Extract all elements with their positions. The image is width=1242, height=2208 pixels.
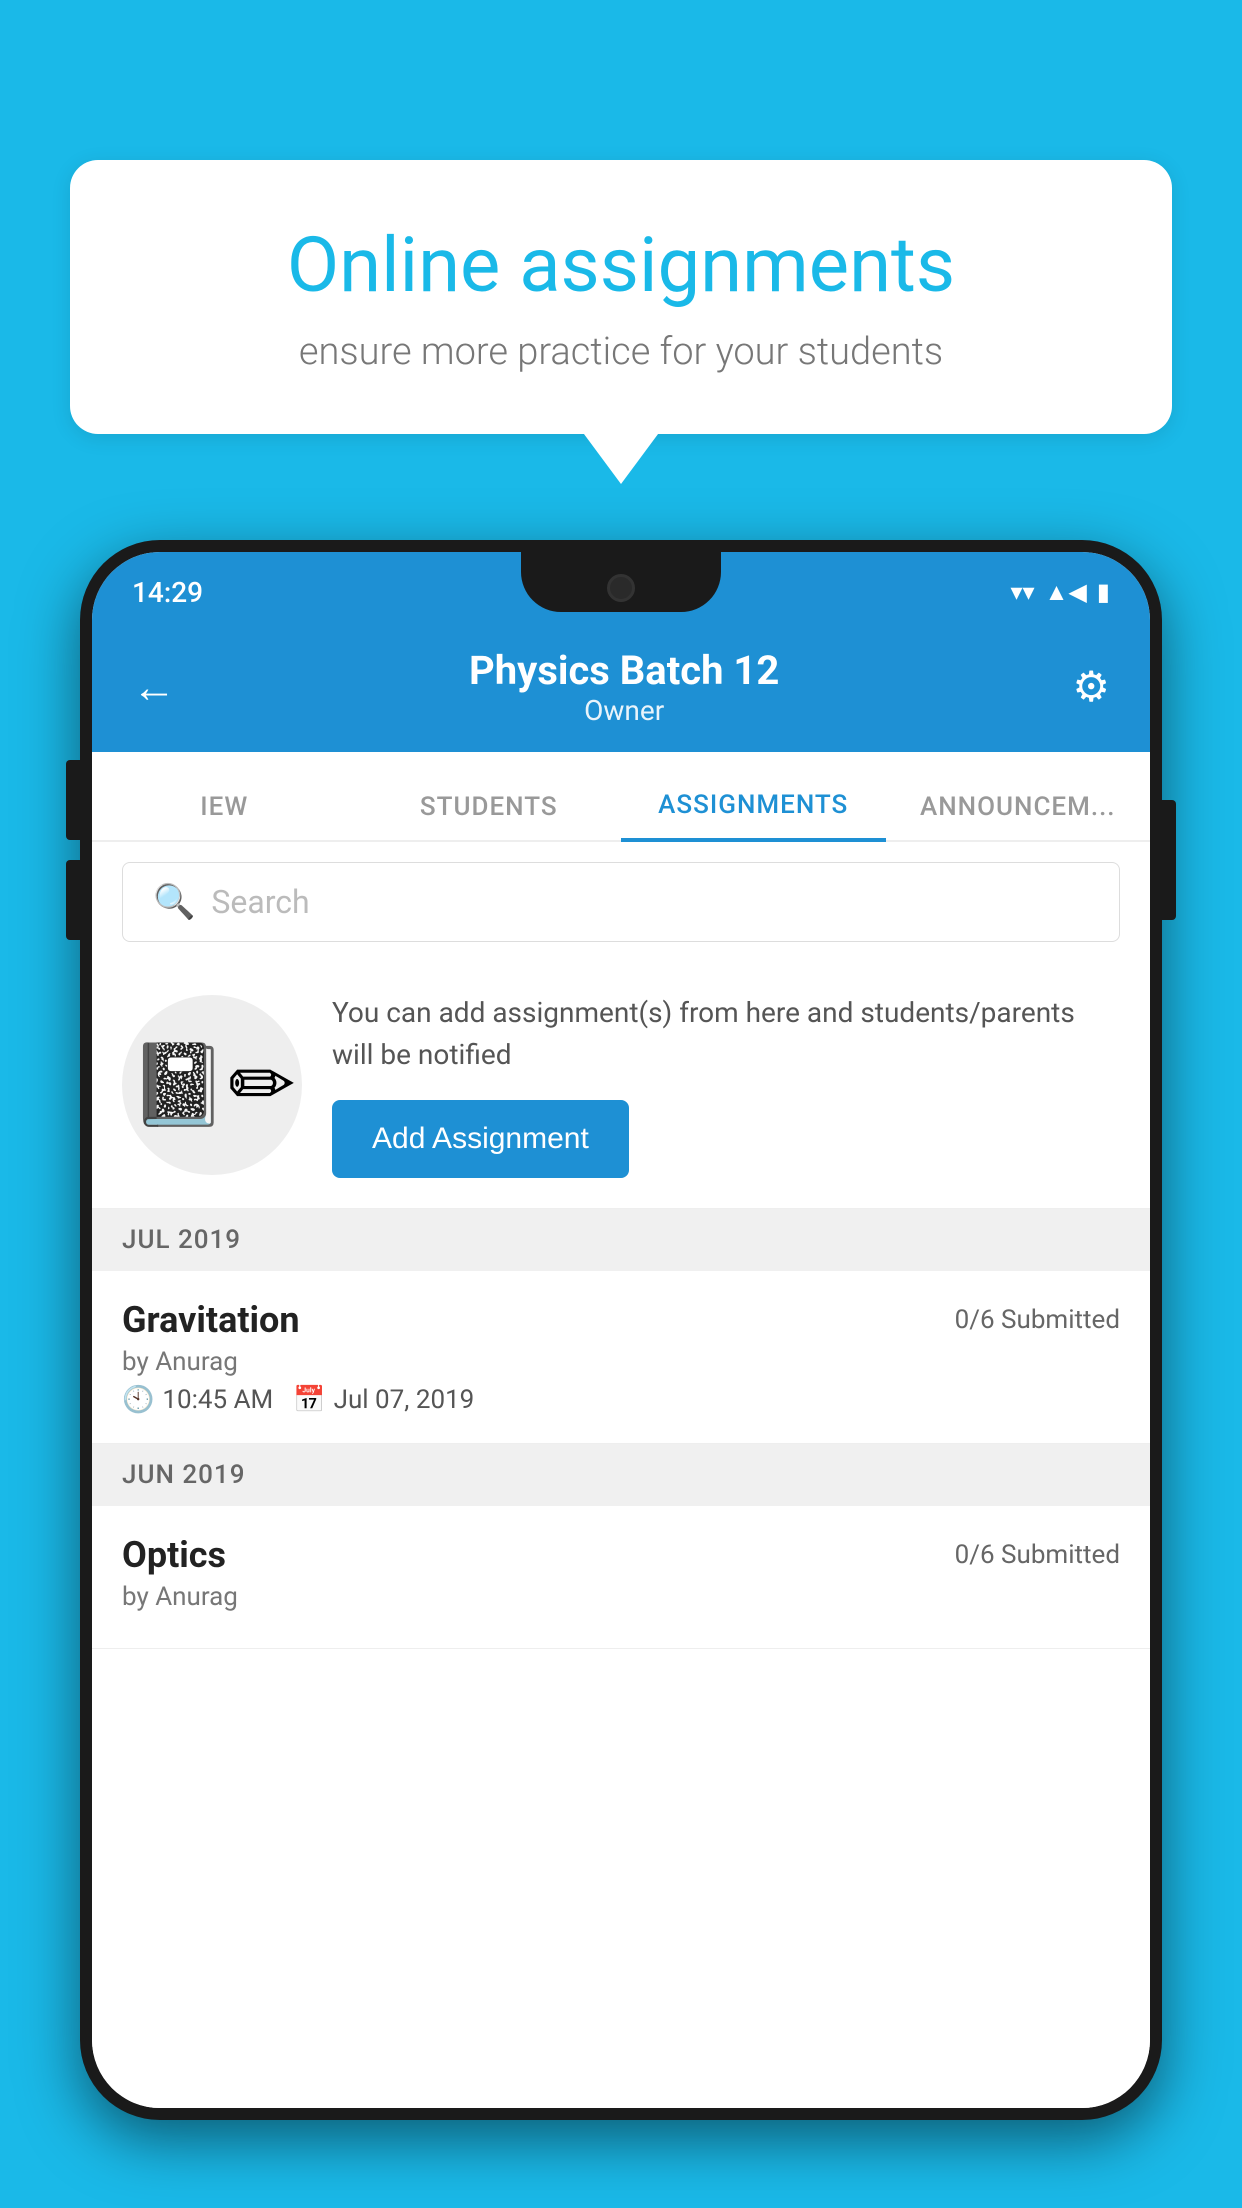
assignment-item-optics[interactable]: Optics 0/6 Submitted by Anurag <box>92 1506 1150 1649</box>
phone-screen: 14:29 ▾▾ ▲◀ ▮ ← Physics Batch 12 Owner ⚙… <box>92 552 1150 2108</box>
speech-bubble-container: Online assignments ensure more practice … <box>70 160 1172 434</box>
section-header-jul: JUL 2019 <box>92 1209 1150 1271</box>
assignment-author-gravitation: by Anurag <box>122 1347 1120 1377</box>
promo-icon-circle: 📓✏ <box>122 995 302 1175</box>
clock-icon: 🕙 <box>122 1385 154 1415</box>
back-button[interactable]: ← <box>132 661 176 713</box>
calendar-icon: 📅 <box>293 1385 325 1415</box>
section-header-jun: JUN 2019 <box>92 1444 1150 1506</box>
header-subtitle: Owner <box>469 694 779 727</box>
power-button <box>1162 800 1176 920</box>
bubble-title: Online assignments <box>140 220 1102 310</box>
add-assignment-button[interactable]: Add Assignment <box>332 1100 629 1178</box>
assignment-item-gravitation[interactable]: Gravitation 0/6 Submitted by Anurag 🕙 10… <box>92 1271 1150 1444</box>
promo-content: You can add assignment(s) from here and … <box>332 992 1120 1178</box>
wifi-icon: ▾▾ <box>1010 578 1034 606</box>
assignment-name-optics: Optics <box>122 1534 226 1576</box>
tabs-bar: IEW STUDENTS ASSIGNMENTS ANNOUNCEM... <box>92 752 1150 842</box>
tab-assignments[interactable]: ASSIGNMENTS <box>621 790 886 842</box>
notebook-icon: 📓✏ <box>129 1038 296 1132</box>
assignment-name-gravitation: Gravitation <box>122 1299 300 1341</box>
header-center: Physics Batch 12 Owner <box>469 647 779 727</box>
bubble-subtitle: ensure more practice for your students <box>140 330 1102 374</box>
volume-down-button <box>66 860 80 940</box>
battery-icon: ▮ <box>1097 578 1110 606</box>
assignment-meta-gravitation: 🕙 10:45 AM 📅 Jul 07, 2019 <box>122 1385 1120 1415</box>
settings-icon[interactable]: ⚙ <box>1072 662 1110 712</box>
app-header: ← Physics Batch 12 Owner ⚙ <box>92 622 1150 752</box>
phone-camera <box>607 574 635 602</box>
phone-container: 14:29 ▾▾ ▲◀ ▮ ← Physics Batch 12 Owner ⚙… <box>80 540 1162 2208</box>
assignment-status-gravitation: 0/6 Submitted <box>955 1305 1120 1335</box>
time-meta: 🕙 10:45 AM <box>122 1385 273 1415</box>
assignment-date-gravitation: Jul 07, 2019 <box>334 1385 475 1415</box>
assignment-time-gravitation: 10:45 AM <box>162 1385 273 1415</box>
date-meta: 📅 Jul 07, 2019 <box>293 1385 474 1415</box>
search-box[interactable]: 🔍 Search <box>122 862 1120 942</box>
content-area: 🔍 Search 📓✏ You can add assignment(s) fr… <box>92 842 1150 2108</box>
signal-icon: ▲◀ <box>1045 578 1087 607</box>
search-placeholder: Search <box>211 883 309 921</box>
search-container: 🔍 Search <box>92 842 1150 962</box>
assignment-top-row: Gravitation 0/6 Submitted <box>122 1299 1120 1341</box>
header-title: Physics Batch 12 <box>469 647 779 694</box>
volume-up-button <box>66 760 80 840</box>
tab-announcements[interactable]: ANNOUNCEM... <box>886 792 1151 840</box>
assignment-status-optics: 0/6 Submitted <box>955 1540 1120 1570</box>
tab-iew[interactable]: IEW <box>92 792 357 840</box>
phone-frame: 14:29 ▾▾ ▲◀ ▮ ← Physics Batch 12 Owner ⚙… <box>80 540 1162 2120</box>
assignment-author-optics: by Anurag <box>122 1582 1120 1612</box>
phone-notch <box>521 552 721 612</box>
promo-section: 📓✏ You can add assignment(s) from here a… <box>92 962 1150 1209</box>
status-time: 14:29 <box>132 576 203 609</box>
promo-text: You can add assignment(s) from here and … <box>332 992 1120 1076</box>
speech-bubble: Online assignments ensure more practice … <box>70 160 1172 434</box>
assignment-optics-top-row: Optics 0/6 Submitted <box>122 1534 1120 1576</box>
status-icons: ▾▾ ▲◀ ▮ <box>1010 578 1110 607</box>
search-icon: 🔍 <box>153 882 195 922</box>
tab-students[interactable]: STUDENTS <box>357 792 622 840</box>
